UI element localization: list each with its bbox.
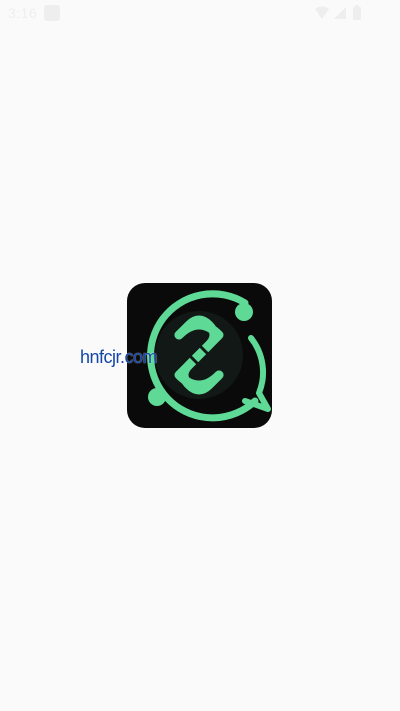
watermark-text: hnfcjr.com	[80, 347, 158, 367]
status-time: 3:16	[8, 5, 38, 21]
status-bar: 3:16	[0, 0, 400, 26]
battery-icon	[353, 5, 361, 20]
notification-icon	[44, 5, 60, 21]
status-icons	[314, 5, 374, 21]
signal-icon	[334, 7, 346, 19]
wifi-icon	[315, 6, 329, 19]
